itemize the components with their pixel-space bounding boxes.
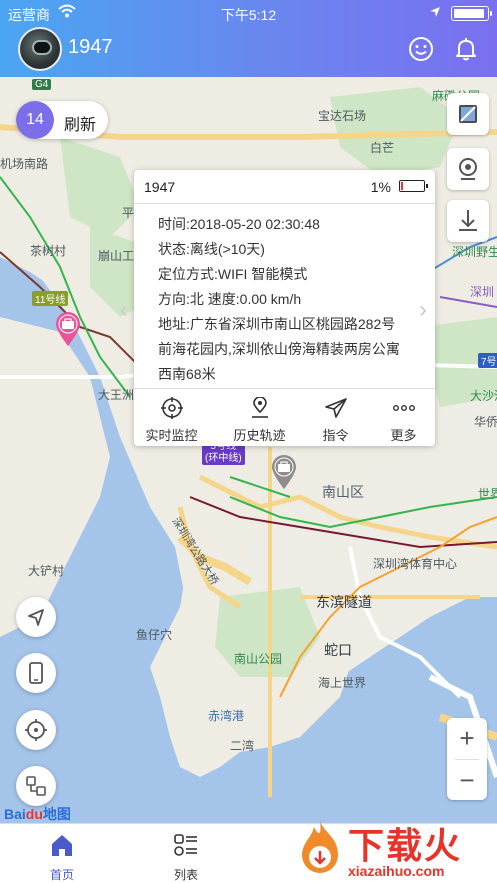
flame-logo-icon	[302, 821, 338, 873]
map-label-huaqiao: 华侨	[474, 415, 497, 429]
baidu-logo-bai: Bai	[4, 806, 26, 822]
command-label: 指令	[322, 428, 349, 443]
map-label-shenzhen-east: 深圳	[470, 285, 495, 299]
map-label-airport-road: 机场南路	[0, 157, 49, 171]
smiley-face-icon[interactable]	[408, 36, 434, 62]
watermark-url: xiazaihuo.com	[348, 863, 445, 879]
more-label: 更多	[390, 428, 417, 443]
map-label-quarry: 宝达石场	[318, 109, 367, 123]
refresh-button[interactable]: 14 刷新	[16, 101, 108, 139]
map-label-dawang: 大王洲	[98, 388, 135, 402]
map-label-sports-center: 深圳湾体育中心	[373, 557, 458, 571]
metro-line-11-badge: 11号线	[32, 291, 69, 306]
page-title: 1947	[68, 36, 113, 58]
map-label-chiwan-port: 赤湾港	[208, 709, 245, 723]
map-pin-icon	[251, 397, 268, 418]
tab-home[interactable]: 首页	[22, 824, 102, 883]
popup-device-name: 1947	[144, 179, 176, 195]
my-location-button[interactable]	[16, 597, 56, 637]
map-label-erwan: 二湾	[230, 739, 255, 753]
more-dots-icon	[392, 404, 415, 411]
map-label-nanshan-district: 南山区	[322, 484, 364, 500]
history-track-label: 历史轨迹	[233, 428, 286, 443]
map-label-chashu: 茶树村	[30, 244, 67, 258]
popup-details: 时间:2018-05-20 02:30:48 状态:离线(>10天) 定位方式:…	[158, 212, 418, 387]
map-label-mountain: 崩山工	[98, 249, 135, 263]
map-layer-button[interactable]	[447, 93, 489, 135]
camera-icon	[459, 158, 477, 180]
popup-header: 1947 1%	[134, 170, 435, 204]
popup-location-mode: 定位方式:WIFI 智能模式	[158, 266, 308, 282]
tab-list[interactable]: 列表	[146, 824, 226, 883]
phone-icon	[29, 662, 43, 684]
download-button[interactable]	[447, 200, 489, 242]
map-label-tunnel: 东滨隧道	[316, 594, 372, 610]
paper-plane-icon	[324, 398, 347, 418]
map-label-baimang: 白芒	[370, 141, 395, 155]
popup-address-2: 前海花园内,深圳依山傍海精装两房公寓	[158, 341, 400, 357]
download-icon	[459, 210, 477, 231]
popup-direction-speed: 方向:北 速度:0.00 km/h	[158, 291, 302, 307]
avatar[interactable]	[18, 27, 62, 71]
more-button[interactable]: 更多	[366, 389, 441, 447]
center-target-button[interactable]	[16, 710, 56, 750]
prev-device-arrow-icon[interactable]: ‹	[120, 296, 128, 324]
tab-list-label: 列表	[173, 868, 198, 882]
baidu-logo-map: 地图	[42, 806, 71, 822]
watermark: 下载火 xiazaihuo.com	[294, 817, 497, 883]
map-label-nanshan-park: 南山公园	[234, 652, 283, 666]
zoom-control: + −	[447, 718, 487, 800]
command-button[interactable]: 指令	[298, 389, 373, 447]
location-arrow-icon	[429, 5, 441, 21]
device-location-button[interactable]	[16, 653, 56, 693]
route-button[interactable]	[16, 766, 56, 806]
home-icon	[52, 835, 72, 856]
map-layer-icon	[459, 105, 477, 123]
refresh-countdown: 14	[16, 101, 54, 139]
popup-address-3: 西南68米	[158, 366, 216, 382]
map-label-wildlife: 深圳野生	[452, 245, 497, 259]
device-pin-grey[interactable]	[270, 454, 298, 490]
map-label-ping: 平	[122, 206, 135, 220]
popup-actions: 实时监控 历史轨迹 指令 更多	[134, 388, 435, 446]
realtime-monitor-label: 实时监控	[145, 428, 198, 443]
list-icon	[174, 834, 197, 856]
popup-address-1: 地址:广东省深圳市南山区桃园路282号	[158, 316, 396, 332]
zoom-in-button[interactable]: +	[447, 718, 487, 758]
map-label-yuzi: 鱼仔穴	[136, 628, 173, 642]
route-icon	[26, 776, 46, 796]
device-info-popup: 1947 1% 时间:2018-05-20 02:30:48 状态:离线(>10…	[120, 170, 435, 446]
popup-battery-percent: 1%	[370, 179, 391, 195]
street-view-button[interactable]	[447, 148, 489, 190]
watermark-text: 下载火	[348, 825, 463, 866]
tab-home-label: 首页	[49, 868, 74, 882]
map-label-shijie: 世界	[478, 487, 497, 501]
crosshair-icon	[25, 719, 47, 741]
zoom-out-button[interactable]: −	[447, 760, 487, 800]
device-pin-pink[interactable]	[54, 311, 82, 347]
metro-line-7-badge: 7号	[478, 353, 497, 368]
baidu-logo-du: du	[25, 806, 43, 822]
map-label-dasha: 大沙河	[470, 389, 497, 403]
popup-time: 时间:2018-05-20 02:30:48	[158, 216, 320, 232]
refresh-label: 刷新	[64, 117, 97, 134]
status-bar: 运营商 下午5:12	[0, 0, 497, 26]
baidu-map-logo: Baidu地图	[4, 804, 71, 824]
navigation-arrow-icon	[28, 609, 44, 626]
battery-low-icon	[399, 180, 428, 192]
highway-g4-badge: G4	[32, 79, 52, 90]
map-label-sea-world: 海上世界	[318, 676, 367, 690]
battery-icon	[451, 6, 492, 21]
popup-state: 状态:离线(>10天)	[158, 241, 265, 257]
history-track-button[interactable]: 历史轨迹	[222, 389, 297, 447]
map-label-dachan: 大铲村	[28, 564, 65, 578]
bell-icon[interactable]	[453, 36, 479, 62]
realtime-monitor-button[interactable]: 实时监控	[134, 389, 209, 447]
map-label-shekou: 蛇口	[324, 642, 352, 658]
crosshair-icon	[160, 397, 183, 419]
top-bar: 运营商 下午5:12 1947	[0, 0, 497, 77]
clock-time: 下午5:12	[220, 7, 277, 23]
next-device-arrow-icon[interactable]: ›	[419, 296, 427, 324]
